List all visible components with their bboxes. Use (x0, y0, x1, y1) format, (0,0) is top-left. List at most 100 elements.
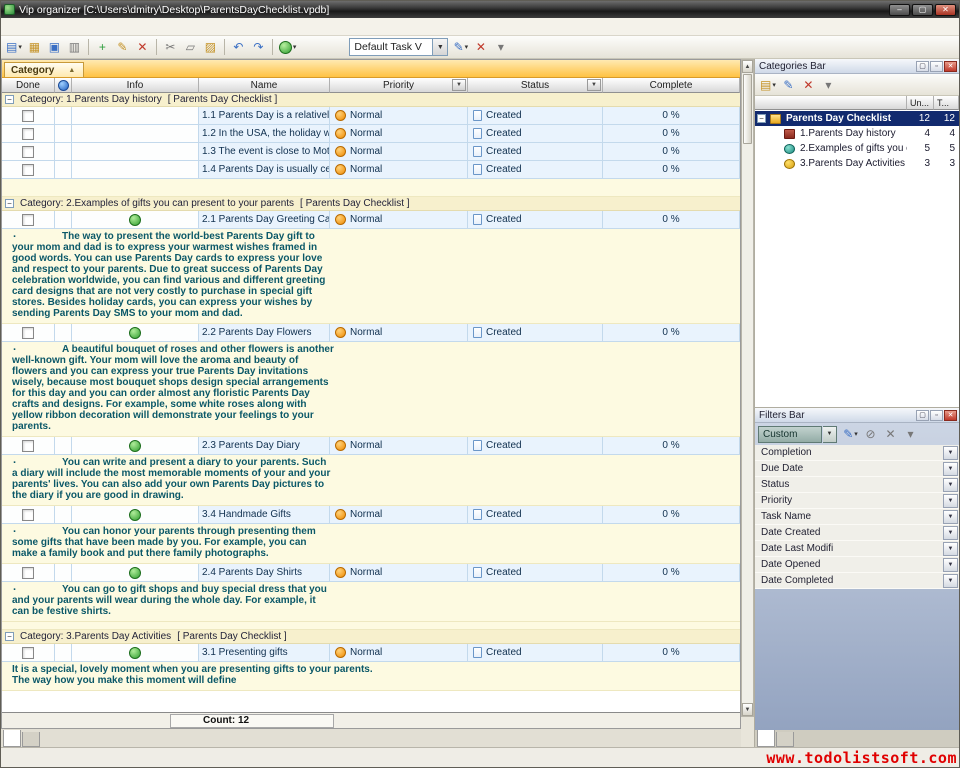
category-row[interactable]: − Category: 2.Examples of gifts you can … (2, 197, 740, 211)
menu-tools[interactable] (59, 25, 73, 29)
paste-button[interactable]: ▨▾ (201, 38, 220, 57)
filter-dropdown[interactable]: ▼ (943, 510, 958, 524)
categories-more-dropdown[interactable]: ▾▾ (819, 75, 838, 94)
close-button[interactable]: ✕ (935, 4, 956, 16)
task-row[interactable]: 2.2 Parents Day Flowers Normal Created 0… (2, 324, 740, 342)
task-status-cell[interactable]: Created (468, 143, 603, 161)
menu-file[interactable] (3, 25, 17, 29)
close-filter-button[interactable]: ✕▾ (881, 425, 900, 444)
new-task-button[interactable]: ▤▾ (4, 38, 24, 57)
task-done-checkbox[interactable] (22, 214, 34, 226)
task-status-cell[interactable]: Created (468, 125, 603, 143)
filters-more-dropdown[interactable]: ▾▾ (901, 425, 920, 444)
task-priority-cell[interactable]: Normal (330, 506, 468, 524)
save-button[interactable]: ▣▾ (45, 38, 64, 57)
task-row[interactable]: 1.4 Parents Day is usually celebrated No… (2, 161, 740, 179)
menu-view[interactable] (17, 25, 31, 29)
task-done-checkbox[interactable] (22, 128, 34, 140)
tree-header-total[interactable]: T... (934, 96, 959, 110)
filter-dropdown[interactable]: ▼ (943, 462, 958, 476)
filter-dropdown[interactable]: ▼ (943, 494, 958, 508)
add-task-button[interactable]: +▾ (93, 38, 112, 57)
task-done-checkbox[interactable] (22, 509, 34, 521)
task-priority-cell[interactable]: Normal (330, 211, 468, 229)
collapse-icon[interactable]: − (5, 632, 14, 641)
status-filter-dropdown[interactable]: ▼ (587, 79, 601, 91)
panel-close-icon[interactable]: ✕ (944, 410, 957, 421)
task-row[interactable]: 2.4 Parents Day Shirts Normal Created 0 … (2, 564, 740, 582)
task-row[interactable]: 3.1 Presenting gifts Normal Created 0 % (2, 644, 740, 662)
task-status-cell[interactable]: Created (468, 107, 603, 125)
delete-task-button[interactable]: ✕▾ (133, 38, 152, 57)
task-done-checkbox[interactable] (22, 146, 34, 158)
tree-item-parents-day-checklist[interactable]: − Parents Day Checklist 12 12 (755, 111, 959, 126)
task-priority-cell[interactable]: Normal (330, 143, 468, 161)
scroll-up-button[interactable]: ▲ (742, 60, 753, 73)
task-name-cell[interactable]: 1.1 Parents Day is a relatively new (199, 107, 330, 125)
panel-maximize-icon[interactable]: ▢ (916, 61, 929, 72)
edit-filter-button[interactable]: ✎▾ (841, 425, 860, 444)
panel-pin-icon[interactable]: ▫ (930, 61, 943, 72)
filter-dropdown[interactable]: ▼ (943, 574, 958, 588)
filter-dropdown[interactable]: ▼ (943, 478, 958, 492)
task-name-cell[interactable]: 3.4 Handmade Gifts (199, 506, 330, 524)
filter-dropdown[interactable]: ▼ (943, 542, 958, 556)
print-button[interactable]: ▥▾ (65, 38, 84, 57)
minimize-button[interactable]: – (889, 4, 910, 16)
filter-preset-select[interactable]: Custom (758, 426, 822, 443)
column-header-status[interactable]: Status▼ (468, 78, 603, 93)
undo-button[interactable]: ↶▾ (229, 38, 248, 57)
tree-collapse-icon[interactable]: − (757, 114, 766, 123)
tab-s[interactable] (22, 732, 40, 747)
column-header-complete[interactable]: Complete (603, 78, 740, 93)
menu-categories[interactable] (45, 25, 59, 29)
task-name-cell[interactable]: 2.4 Parents Day Shirts (199, 564, 330, 582)
filter-preset-dropdown[interactable]: ▼ (823, 426, 837, 443)
open-database-button[interactable]: ▦▾ (25, 38, 44, 57)
delete-category-button[interactable]: ✕▾ (799, 75, 818, 94)
vertical-scrollbar[interactable]: ▲ ▼ (741, 59, 754, 717)
tab-navigation-bar[interactable] (776, 732, 794, 747)
menu-help[interactable] (73, 25, 87, 29)
task-status-cell[interactable]: Created (468, 506, 603, 524)
task-priority-cell[interactable]: Normal (330, 125, 468, 143)
edit-task-button[interactable]: ✎▾ (113, 38, 132, 57)
scroll-track[interactable] (742, 145, 753, 703)
task-done-checkbox[interactable] (22, 327, 34, 339)
scroll-thumb[interactable] (743, 74, 752, 144)
panel-pin-icon[interactable]: ▫ (930, 410, 943, 421)
clear-filter-button[interactable]: ⊘▾ (861, 425, 880, 444)
task-done-checkbox[interactable] (22, 567, 34, 579)
redo-button[interactable]: ↷▾ (249, 38, 268, 57)
tree-item-3-parents-day-activities[interactable]: − 3.Parents Day Activities 3 3 (755, 156, 959, 171)
view-more-dropdown[interactable]: ▾▾ (491, 38, 510, 57)
complete-task-button[interactable]: ▾ (277, 38, 299, 57)
task-view-dropdown[interactable]: ▼ (433, 38, 448, 56)
tree-item-2-examples-of-gifts-you-ca[interactable]: − 2.Examples of gifts you ca 5 5 (755, 141, 959, 156)
task-status-cell[interactable]: Created (468, 564, 603, 582)
collapse-icon[interactable]: − (5, 199, 14, 208)
task-done-checkbox[interactable] (22, 164, 34, 176)
task-priority-cell[interactable]: Normal (330, 324, 468, 342)
column-header-name[interactable]: Name (199, 78, 330, 93)
task-status-cell[interactable]: Created (468, 644, 603, 662)
copy-button[interactable]: ▱▾ (181, 38, 200, 57)
tree-header-undone[interactable]: Un... (907, 96, 934, 110)
column-header-flag[interactable] (55, 78, 72, 93)
task-name-cell[interactable]: 2.2 Parents Day Flowers (199, 324, 330, 342)
filter-dropdown[interactable]: ▼ (943, 526, 958, 540)
tree-item-1-parents-day-history[interactable]: − 1.Parents Day history 4 4 (755, 126, 959, 141)
column-header-info[interactable]: Info (72, 78, 199, 93)
priority-filter-dropdown[interactable]: ▼ (452, 79, 466, 91)
task-priority-cell[interactable]: Normal (330, 644, 468, 662)
task-row[interactable]: 2.3 Parents Day Diary Normal Created 0 % (2, 437, 740, 455)
task-status-cell[interactable]: Created (468, 324, 603, 342)
task-done-checkbox[interactable] (22, 440, 34, 452)
panel-maximize-icon[interactable]: ▢ (916, 410, 929, 421)
new-category-button[interactable]: ▤▾ (758, 75, 778, 94)
cut-button[interactable]: ✂▾ (161, 38, 180, 57)
task-priority-cell[interactable]: Normal (330, 107, 468, 125)
task-row[interactable]: 1.1 Parents Day is a relatively new Norm… (2, 107, 740, 125)
column-header-priority[interactable]: Priority▼ (330, 78, 468, 93)
task-name-cell[interactable]: 3.1 Presenting gifts (199, 644, 330, 662)
